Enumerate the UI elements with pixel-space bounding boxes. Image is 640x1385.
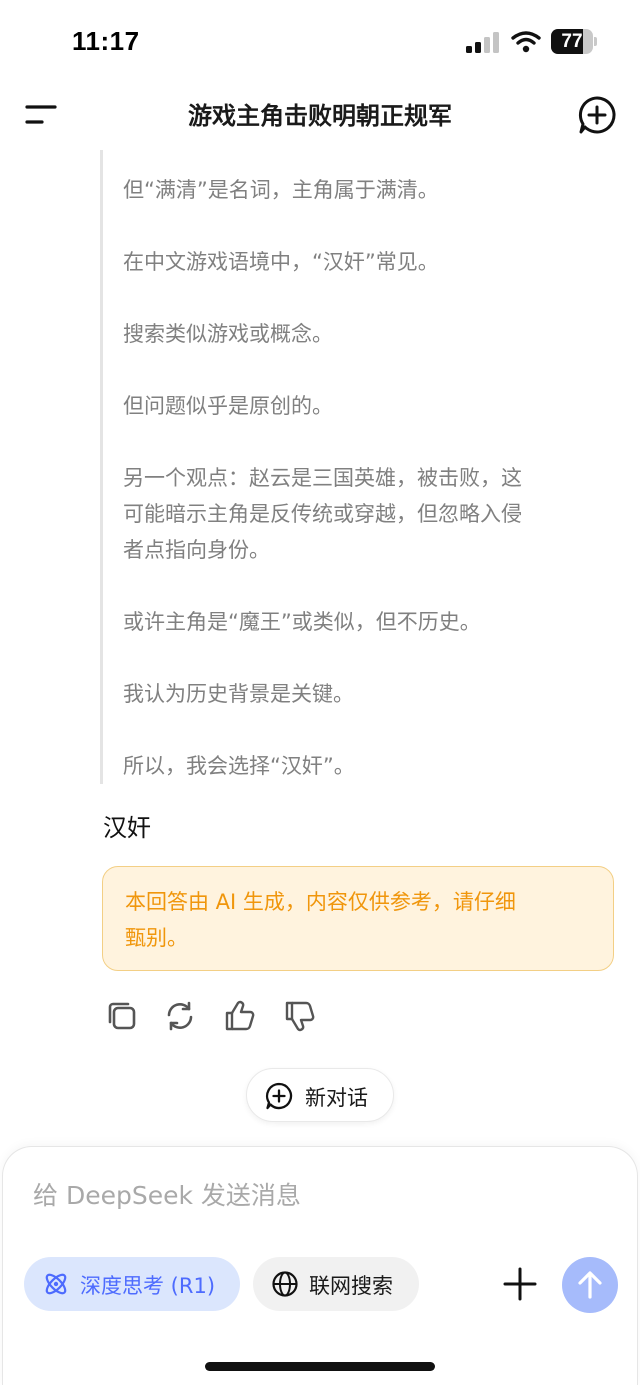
thumbs-up-icon <box>225 1000 255 1031</box>
battery-level: 77 <box>561 31 583 52</box>
cellular-signal-icon <box>466 32 499 53</box>
refresh-icon <box>167 1001 193 1031</box>
home-indicator[interactable] <box>205 1362 435 1371</box>
battery-indicator: 77 <box>551 29 597 54</box>
new-dialog-button[interactable]: 新对话 <box>246 1068 394 1122</box>
attach-button[interactable] <box>501 1265 539 1303</box>
thinking-line: 另一个观点：赵云是三国英雄，被击败，这 <box>123 466 522 490</box>
thinking-line: 或许主角是“魔王”或类似，但不历史。 <box>123 610 481 634</box>
message-input[interactable] <box>33 1175 593 1215</box>
arrow-up-icon <box>578 1271 602 1299</box>
globe-icon <box>272 1271 298 1297</box>
page-title: 游戏主角击败明朝正规军 <box>188 102 452 130</box>
like-button[interactable] <box>222 998 258 1034</box>
thinking-line: 在中文游戏语境中，“汉奸”常见。 <box>123 250 439 274</box>
menu-button[interactable] <box>22 100 62 130</box>
thinking-line: 搜索类似游戏或概念。 <box>123 322 333 346</box>
thinking-line: 者点指向身份。 <box>123 538 270 562</box>
thinking-line: 可能暗示主角是反传统或穿越，但忽略入侵 <box>123 502 522 526</box>
new-chat-button[interactable] <box>577 95 617 135</box>
menu-icon <box>25 105 57 124</box>
regenerate-button[interactable] <box>162 998 198 1034</box>
status-time: 11:17 <box>72 26 140 56</box>
plus-icon <box>503 1267 537 1301</box>
ai-disclaimer-line: 甄别。 <box>125 926 188 950</box>
deep-think-toggle[interactable]: 深度思考 (R1) <box>24 1257 240 1311</box>
thinking-line: 但“满清”是名词，主角属于满清。 <box>123 178 439 202</box>
web-search-toggle[interactable]: 联网搜索 <box>253 1257 419 1311</box>
deep-think-label: 深度思考 (R1) <box>80 1274 216 1298</box>
copy-icon <box>108 1002 136 1030</box>
message-actions <box>104 998 334 1036</box>
answer-text: 汉奸 <box>103 814 151 842</box>
thinking-line: 但问题似乎是原创的。 <box>123 394 333 418</box>
new-dialog-label: 新对话 <box>305 1086 368 1110</box>
wifi-icon <box>511 31 541 53</box>
ai-disclaimer-notice: 本回答由 AI 生成，内容仅供参考，请仔细 甄别。 <box>102 866 614 971</box>
plus-circle-icon <box>265 1082 293 1110</box>
ai-disclaimer-line: 本回答由 AI 生成，内容仅供参考，请仔细 <box>125 890 516 914</box>
send-button[interactable] <box>562 1257 618 1313</box>
plus-circle-icon <box>578 96 616 134</box>
thumbs-down-icon <box>285 1001 315 1032</box>
thinking-block: 但“满清”是名词，主角属于满清。 在中文游戏语境中，“汉奸”常见。 搜索类似游戏… <box>100 150 620 784</box>
web-search-label: 联网搜索 <box>309 1274 393 1298</box>
chat-header: 游戏主角击败明朝正规军 <box>0 84 640 144</box>
message-composer: 深度思考 (R1) 联网搜索 <box>2 1146 638 1385</box>
thinking-line: 我认为历史背景是关键。 <box>123 682 354 706</box>
thinking-line: 所以，我会选择“汉奸”。 <box>123 754 355 778</box>
atom-icon <box>45 1273 67 1295</box>
dislike-button[interactable] <box>282 998 318 1034</box>
copy-button[interactable] <box>104 998 140 1034</box>
status-bar: 11:17 77 <box>0 0 640 84</box>
